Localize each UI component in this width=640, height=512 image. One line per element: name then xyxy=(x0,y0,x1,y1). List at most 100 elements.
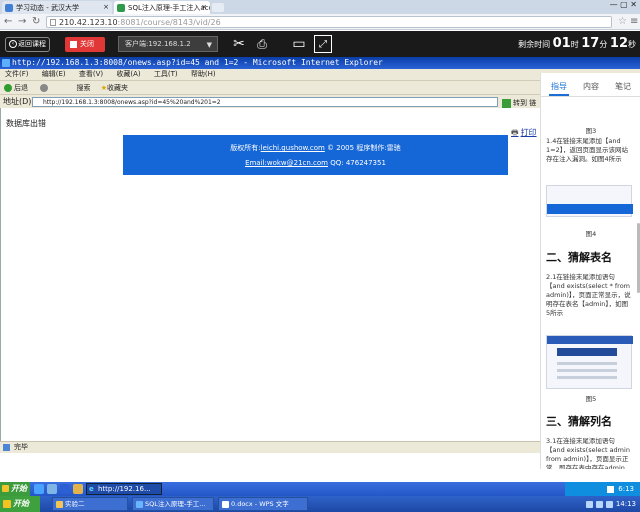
volume-icon[interactable] xyxy=(605,500,613,508)
menu-file[interactable]: 文件(F) xyxy=(5,70,29,78)
monitor-icon[interactable]: ▭ xyxy=(290,35,308,53)
copyright-label: 版权所有: xyxy=(230,144,261,152)
go-label: 转到 xyxy=(513,99,527,107)
print-link[interactable]: 打印 xyxy=(511,127,537,141)
site-favicon-icon xyxy=(5,4,13,12)
menu-help[interactable]: 帮助(H) xyxy=(191,70,216,78)
close-lab-button[interactable]: 关闭 xyxy=(65,37,105,52)
ie-status-bar: 完毕 xyxy=(0,441,540,453)
ie-back-button[interactable]: 后退 xyxy=(14,84,28,92)
host-system-tray: 14:13 xyxy=(550,496,640,512)
guide-paragraph: 2.1在链接末尾添加语句【and exists(select * from ad… xyxy=(546,273,631,317)
forward-arrow-icon[interactable]: → xyxy=(18,16,26,27)
page-icon xyxy=(50,19,56,26)
client-select[interactable]: 客户端:192.168.1.2 ▼ xyxy=(118,36,218,52)
window-controls[interactable]: — ▢ ✕ xyxy=(590,0,640,14)
tray-icon[interactable] xyxy=(585,500,593,508)
timer-hours: 01 xyxy=(552,36,571,51)
stop-icon xyxy=(70,41,77,48)
menu-favorites[interactable]: 收藏(A) xyxy=(116,70,140,78)
guide-content: 图3 1.4在链接末尾添加【and 1=2】，返回页面显示该网站存在注入漏洞。如… xyxy=(541,97,640,469)
lab-control-bar: ‹ 返回课程 关闭 客户端:192.168.1.2 ▼ ✂ ⎙ ▭ ⤢ 剩余时间… xyxy=(0,31,640,57)
save-snapshot-icon[interactable]: ⎙ xyxy=(253,35,271,53)
star-icon[interactable]: ☆ xyxy=(618,16,627,27)
task-wps[interactable]: 0.docx - WPS 文字 xyxy=(218,497,308,511)
menu-icon[interactable]: ≡ xyxy=(630,16,638,27)
tab-content[interactable]: 内容 xyxy=(575,81,607,92)
back-circle-icon xyxy=(4,84,12,92)
desktop-icon[interactable] xyxy=(47,484,57,494)
site-favicon-icon xyxy=(117,4,125,12)
tab-label: SQL注入原理-手工注入acc xyxy=(128,4,210,12)
back-to-course-label: 返回课程 xyxy=(18,40,46,48)
figure-caption: 图3 xyxy=(585,127,597,135)
fullscreen-icon[interactable]: ⤢ xyxy=(314,35,332,53)
tray-icon[interactable] xyxy=(595,500,603,508)
menu-edit[interactable]: 编辑(E) xyxy=(42,70,66,78)
address-value: http://192.168.1.3:8008/onews.asp?id=45%… xyxy=(43,99,221,106)
guide-paragraph: 1.4在链接末尾添加【and 1=2】，返回页面显示该网站存在注入漏洞。如图4所… xyxy=(546,137,628,163)
menu-view[interactable]: 查看(V) xyxy=(79,70,103,78)
remote-system-tray: 6:13 xyxy=(565,482,640,496)
browser-toolbar: ← → ↻ 210.42.123.10:8081/course/8143/vid… xyxy=(0,14,640,30)
guide-paragraph: 3.1在连接末尾添加语句【and exists(select admin fro… xyxy=(546,437,630,469)
address-label: 地址(D) xyxy=(3,97,32,106)
url-bar[interactable]: 210.42.123.10:8081/course/8143/vid/26 xyxy=(46,16,612,28)
ie-icon[interactable] xyxy=(34,484,44,494)
figure-caption: 图4 xyxy=(585,230,597,238)
timer-seconds: 12 xyxy=(609,36,628,51)
host-start-button[interactable]: 开始 xyxy=(0,496,40,512)
ie-address-input[interactable]: http://192.168.1.3:8008/onews.asp?id=45%… xyxy=(32,97,498,107)
site-footer: 版权所有:leichi.gushow.com © 2005 程序制作:雷驰 Em… xyxy=(123,135,508,175)
remote-task-ie[interactable]: http://192.16... xyxy=(86,483,162,495)
task-browser[interactable]: SQL注入原理-手工... xyxy=(132,497,214,511)
client-select-value: 客户端:192.168.1.2 xyxy=(125,40,191,48)
ie-search-button[interactable]: 搜索 xyxy=(76,84,90,92)
timer-minute-unit: 分 xyxy=(599,40,608,49)
task-folder[interactable]: 实验二 xyxy=(52,497,128,511)
timer-label: 剩余时间 xyxy=(518,40,551,49)
tab-learning-news[interactable]: 学习动态 - 武汉大学 × xyxy=(2,1,112,14)
remote-start-button[interactable]: 开始 xyxy=(0,482,30,496)
url-host: 210.42.123.10 xyxy=(59,18,118,27)
ie-title-bar: http://192.168.1.3:8008/onews.asp?id=45 … xyxy=(0,57,640,69)
author-text: 程序制作:雷驰 xyxy=(356,144,401,152)
browser-tab-strip: 学习动态 - 武汉大学 × SQL注入原理-手工注入acc × — ▢ ✕ xyxy=(0,0,640,14)
copyright-year: 2005 xyxy=(336,144,355,152)
tab-guide[interactable]: 指导 xyxy=(543,81,575,96)
network-icon xyxy=(607,485,615,493)
ie-favorites-button[interactable]: 收藏夹 xyxy=(107,84,128,92)
close-label: 关闭 xyxy=(80,40,94,48)
links-label: 链 xyxy=(529,99,537,107)
menu-tools[interactable]: 工具(T) xyxy=(154,70,178,78)
caret-down-icon: ▼ xyxy=(206,41,212,49)
scissors-icon[interactable]: ✂ xyxy=(230,35,248,53)
email-link[interactable]: Email:wokw@21cn.com xyxy=(245,159,328,167)
figure-caption: 图5 xyxy=(585,395,597,403)
close-icon[interactable]: × xyxy=(103,3,109,11)
ie-window-title: http://192.168.1.3:8008/onews.asp?id=45 … xyxy=(12,58,383,67)
database-error-text: 数据库出错 xyxy=(6,119,46,128)
qq-text: QQ: 476247351 xyxy=(330,159,386,167)
timer-second-unit: 秒 xyxy=(628,40,636,49)
ie-icon[interactable] xyxy=(60,484,70,494)
close-icon[interactable]: × xyxy=(201,3,207,11)
tab-label: 学习动态 - 武汉大学 xyxy=(16,4,79,12)
guide-tabs: 指导 内容 笔记 xyxy=(541,73,640,97)
reload-icon[interactable]: ↻ xyxy=(32,16,40,27)
remote-clock: 6:13 xyxy=(618,485,634,493)
host-taskbar: 开始 实验二 SQL注入原理-手工... 0.docx - WPS 文字 14:… xyxy=(0,496,640,512)
folder-icon[interactable] xyxy=(73,484,83,494)
back-arrow-icon[interactable]: ← xyxy=(4,16,12,27)
timer-hour-unit: 时 xyxy=(570,40,579,49)
forward-circle-icon[interactable] xyxy=(40,84,49,92)
tab-notes[interactable]: 笔记 xyxy=(607,81,639,92)
section-heading: 三、猜解列名 xyxy=(546,415,612,428)
section-heading: 二、猜解表名 xyxy=(546,251,612,264)
back-to-course-button[interactable]: ‹ 返回课程 xyxy=(5,37,50,52)
go-arrow-icon xyxy=(502,98,511,108)
new-tab-button[interactable] xyxy=(212,3,224,12)
tab-sql-injection[interactable]: SQL注入原理-手工注入acc × xyxy=(114,1,210,14)
site-link[interactable]: leichi.gushow.com xyxy=(261,144,325,152)
timer-minutes: 17 xyxy=(581,36,600,51)
